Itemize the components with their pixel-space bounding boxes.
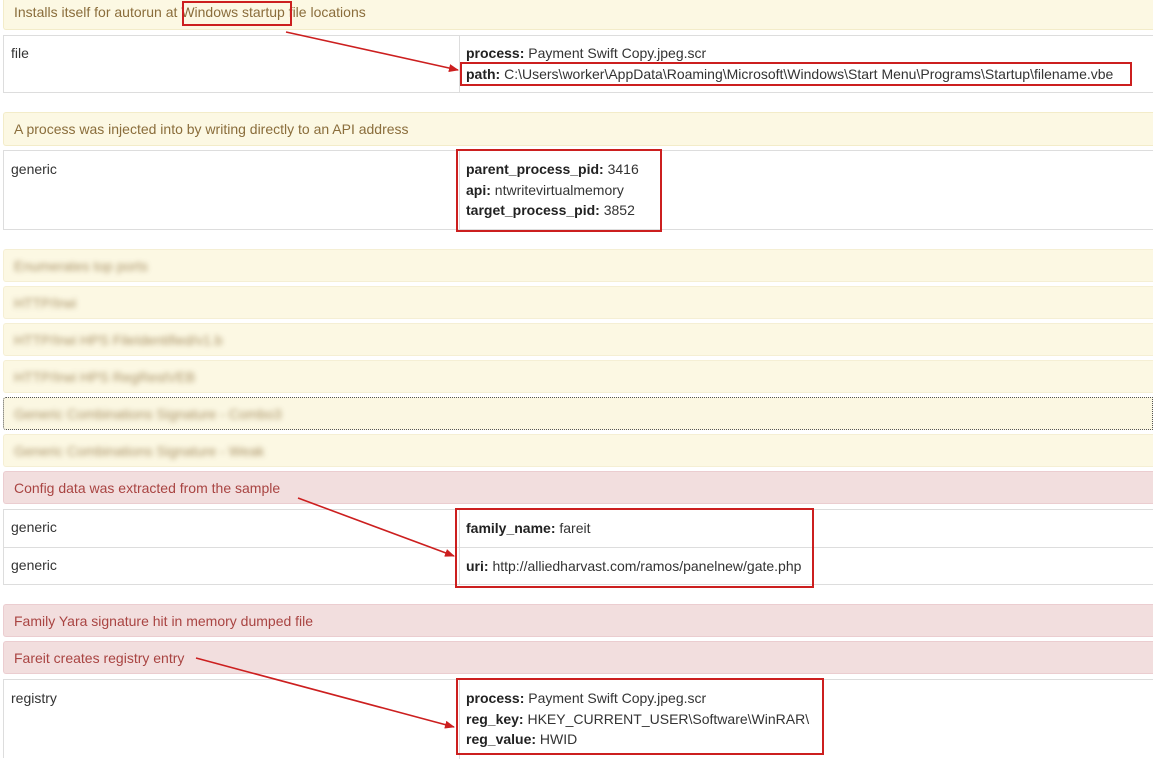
category-label: file	[11, 45, 29, 61]
signature-detail-table-config: generic family_name: fareit generic uri:…	[3, 509, 1153, 585]
field-parent-pid: parent_process_pid: 3416	[466, 161, 639, 177]
signature-header-injection[interactable]: A process was injected into by writing d…	[3, 112, 1153, 146]
field-target-pid: target_process_pid: 3852	[466, 202, 635, 218]
field-reg-value: reg_value: HWID	[466, 731, 578, 747]
signature-detail-table-injection: generic parent_process_pid: 3416 api: nt…	[3, 150, 1153, 230]
signature-header-blurred[interactable]: HTTP/Irwi HPS RegRestVEB	[3, 360, 1153, 393]
signature-title: HTTP/Irwi HPS RegRestVEB	[14, 368, 196, 385]
signature-title: Family Yara signature hit in memory dump…	[14, 612, 314, 629]
signature-title: Generic Combinations Signature - Combo3	[14, 405, 282, 422]
signature-title: Fareit creates registry entry	[14, 649, 185, 666]
category-label: generic	[11, 519, 57, 535]
signature-title: Config data was extracted from the sampl…	[14, 479, 281, 496]
signature-detail-table-registry: registry process: Payment Swift Copy.jpe…	[3, 679, 1153, 759]
signature-header-blurred[interactable]: Generic Combinations Signature - Weak	[3, 434, 1153, 467]
field-family-name: family_name: fareit	[466, 520, 591, 536]
category-label: registry	[11, 690, 57, 706]
field-process: process: Payment Swift Copy.jpeg.scr	[466, 690, 707, 706]
signature-title: Enumerates top ports	[14, 257, 148, 274]
signature-title: A process was injected into by writing d…	[14, 121, 409, 137]
signature-header-autorun[interactable]: Installs itself for autorun at Windows s…	[3, 0, 1153, 30]
signature-title: HTTP/Irwi HPS FileIdentified/v1.b	[14, 331, 223, 348]
table-row: generic uri: http://alliedharvast.com/ra…	[4, 547, 1153, 584]
signature-title: Generic Combinations Signature - Weak	[14, 442, 265, 459]
table-row: registry process: Payment Swift Copy.jpe…	[4, 680, 1153, 759]
signature-header-yara[interactable]: Family Yara signature hit in memory dump…	[3, 604, 1153, 637]
signature-title: HTTP/Irwi	[14, 294, 77, 311]
signature-detail-table-autorun: file process: Payment Swift Copy.jpeg.sc…	[3, 35, 1153, 93]
signature-header-blurred[interactable]: Enumerates top ports	[3, 249, 1153, 282]
signature-title: Installs itself for autorun at Windows s…	[14, 4, 366, 20]
field-api: api: ntwritevirtualmemory	[466, 181, 624, 198]
category-label: generic	[11, 557, 57, 573]
signature-header-registry[interactable]: Fareit creates registry entry	[3, 641, 1153, 674]
signature-header-blurred[interactable]: Generic Combinations Signature - Combo3	[3, 397, 1153, 430]
signature-header-blurred[interactable]: HTTP/Irwi HPS FileIdentified/v1.b	[3, 323, 1153, 356]
category-label: generic	[11, 161, 57, 177]
signature-header-blurred[interactable]: HTTP/Irwi	[3, 286, 1153, 319]
field-uri: uri: http://alliedharvast.com/ramos/pane…	[466, 558, 802, 574]
signature-header-config[interactable]: Config data was extracted from the sampl…	[3, 471, 1153, 504]
table-row: generic parent_process_pid: 3416 api: nt…	[4, 151, 1153, 229]
table-row: file process: Payment Swift Copy.jpeg.sc…	[4, 36, 1153, 92]
signature-values: parent_process_pid: 3416 api: ntwritevir…	[466, 159, 639, 221]
field-process: process: Payment Swift Copy.jpeg.scr	[466, 45, 707, 61]
signature-values: process: Payment Swift Copy.jpeg.scr pat…	[466, 43, 1113, 84]
signature-values: process: Payment Swift Copy.jpeg.scr reg…	[466, 688, 809, 750]
table-row: generic family_name: fareit	[4, 510, 1153, 547]
field-path: path: C:\Users\worker\AppData\Roaming\Mi…	[466, 65, 1114, 82]
field-reg-key: reg_key: HKEY_CURRENT_USER\Software\WinR…	[466, 710, 810, 727]
